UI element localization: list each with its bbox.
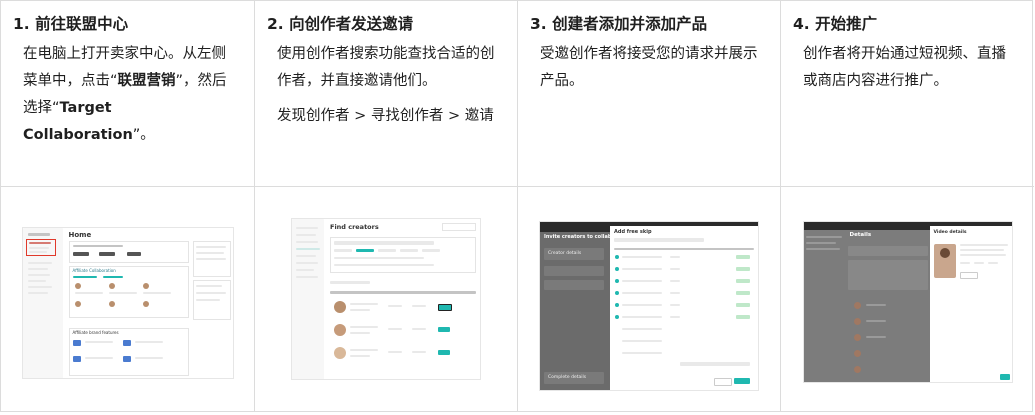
step-3-screenshot: Invite creators to collabo Creator detai… [539,221,759,391]
step-4-image-cell: Details Video details [781,187,1034,411]
step-4-cell: 4. 开始推广 创作者将开始通过短视频、直播或商店内容进行推广。 [781,1,1034,187]
step-1-affiliate-term: 联盟营销 [117,73,176,89]
step-2-screenshot: Find creators [291,218,481,380]
step-1-title: 1. 前往联盟中心 [13,15,129,33]
step-1-image-cell: Home Affiliate Collaboration Affiliate b… [1,187,255,411]
step-3-body: 受邀创作者将接受您的请求并展示产品。 [540,46,758,89]
step-2-cell: 2. 向创作者发送邀请 使用创作者搜索功能查找合适的创作者，并直接邀请他们。 发… [255,1,518,187]
step-1-text-c: ”。 [132,127,155,143]
step-4-title: 4. 开始推广 [793,15,878,33]
step-2-image-cell: Find creators [255,187,518,411]
step-3-cell: 3. 创建者添加并添加产品 受邀创作者将接受您的请求并展示产品。 [518,1,781,187]
step-1-body: 在电脑上打开卖家中心。从左侧菜单中，点击“联盟营销”，然后选择“Target C… [23,41,242,149]
s2-heading: Find creators [330,223,379,231]
s1-heading: Home [68,231,92,239]
step-2-title: 2. 向创作者发送邀请 [267,15,414,33]
step-2-nav-path: 发现创作者 > 寻找创作者 > 邀请 [277,108,494,124]
step-3-title: 3. 创建者添加并添加产品 [530,15,708,33]
step-1-screenshot: Home Affiliate Collaboration Affiliate b… [21,227,234,379]
step-3-image-cell: Invite creators to collabo Creator detai… [518,187,781,411]
step-4-screenshot: Details Video details [802,221,1013,383]
steps-table: 1. 前往联盟中心 在电脑上打开卖家中心。从左侧菜单中，点击“联盟营销”，然后选… [0,0,1034,412]
step-4-body: 创作者将开始通过短视频、直播或商店内容进行推广。 [803,46,1006,89]
step-2-body: 使用创作者搜索功能查找合适的创作者，并直接邀请他们。 [277,46,495,89]
s1-brand-features [68,328,189,376]
step-1-cell: 1. 前往联盟中心 在电脑上打开卖家中心。从左侧菜单中，点击“联盟营销”，然后选… [1,1,255,187]
